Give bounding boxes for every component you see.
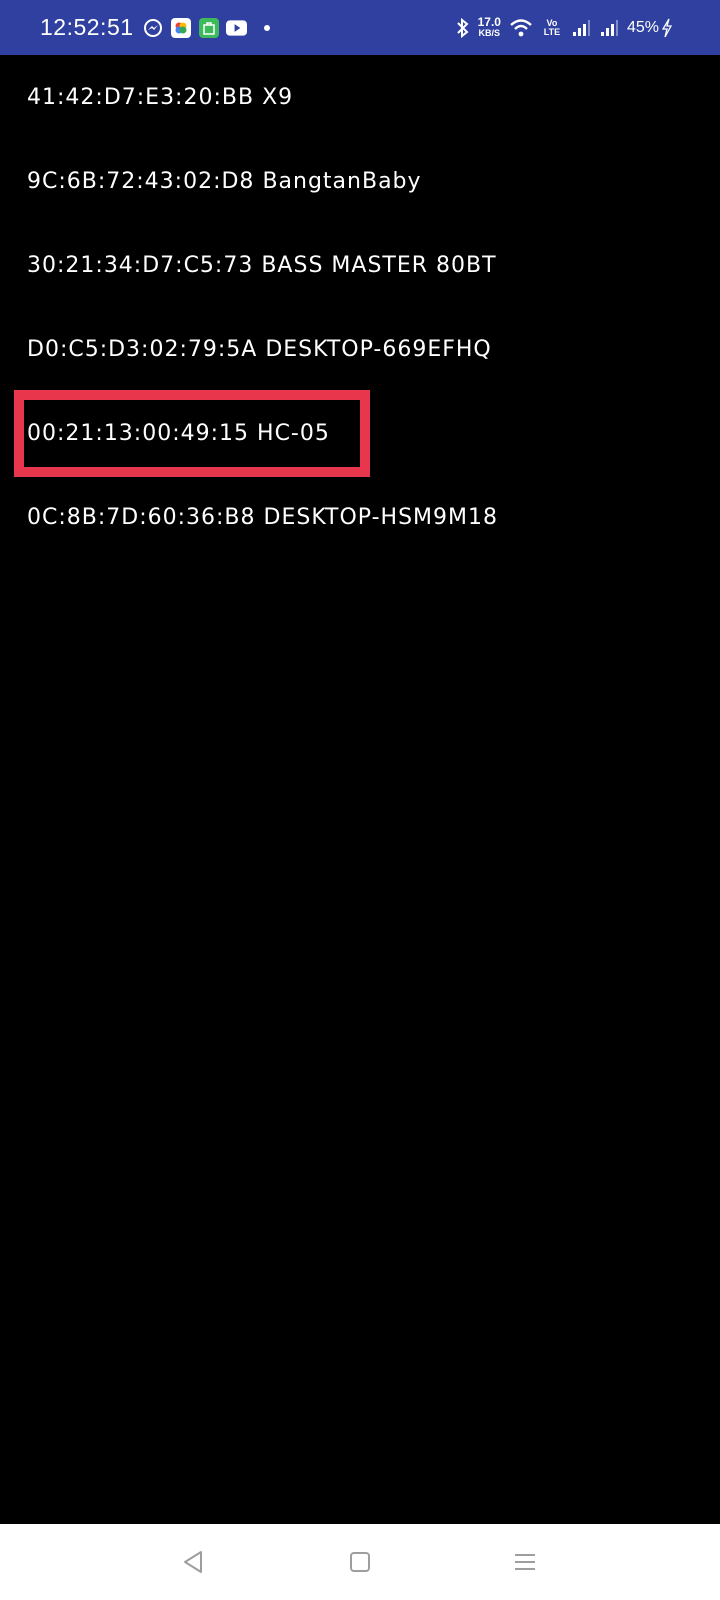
bluetooth-icon — [456, 18, 470, 38]
status-bar: 12:52:51 17.0 KB/S Vo LTE 45% — [0, 0, 720, 55]
device-item[interactable]: 0C:8B:7D:60:36:B8 DESKTOP-HSM9M18 — [0, 475, 720, 559]
messenger-icon — [142, 18, 163, 38]
device-address: 30:21:34:D7:C5:73 — [27, 252, 254, 278]
device-address: 0C:8B:7D:60:36:B8 — [27, 504, 256, 530]
app-store-icon — [198, 18, 219, 38]
device-name: BangtanBaby — [262, 168, 422, 194]
signal-strength-icon-1 — [571, 18, 591, 38]
device-address: 9C:6B:72:43:02:D8 — [27, 168, 255, 194]
device-name: DESKTOP-HSM9M18 — [263, 504, 498, 530]
battery-percent: 45% — [626, 19, 659, 36]
volte-icon: Vo LTE — [541, 19, 563, 37]
notification-icons — [142, 18, 282, 38]
photos-icon — [170, 18, 191, 38]
menu-icon[interactable] — [507, 1544, 543, 1580]
device-item[interactable]: 9C:6B:72:43:02:D8 BangtanBaby — [0, 139, 720, 223]
network-speed-unit: KB/S — [478, 28, 501, 38]
youtube-icon — [226, 18, 247, 38]
home-icon[interactable] — [342, 1544, 378, 1580]
paired-device-list: 41:42:D7:E3:20:BB X9 9C:6B:72:43:02:D8 B… — [0, 55, 720, 559]
device-item[interactable]: 41:42:D7:E3:20:BB X9 — [0, 55, 720, 139]
device-address: D0:C5:D3:02:79:5A — [27, 336, 258, 362]
volte-label: Vo LTE — [543, 18, 561, 37]
device-item[interactable]: 30:21:34:D7:C5:73 BASS MASTER 80BT — [0, 223, 720, 307]
highlight-annotation-box — [14, 390, 370, 477]
device-item[interactable]: D0:C5:D3:02:79:5A DESKTOP-669EFHQ — [0, 307, 720, 391]
navigation-bar — [0, 1524, 720, 1600]
device-address: 41:42:D7:E3:20:BB — [27, 84, 255, 110]
signal-strength-icon-2 — [599, 18, 619, 38]
charging-icon — [662, 18, 672, 38]
back-icon[interactable] — [175, 1544, 211, 1580]
system-icons: 17.0 KB/S Vo LTE 45% — [448, 14, 672, 42]
status-clock: 12:52:51 — [40, 14, 134, 40]
device-name: DESKTOP-669EFHQ — [265, 336, 492, 362]
network-speed: 17.0 KB/S — [477, 15, 501, 39]
device-name: X9 — [262, 84, 294, 110]
more-dot-icon — [254, 18, 275, 38]
device-name: BASS MASTER 80BT — [261, 252, 497, 278]
network-speed-value: 17.0 — [477, 15, 501, 29]
wifi-icon — [509, 18, 533, 38]
